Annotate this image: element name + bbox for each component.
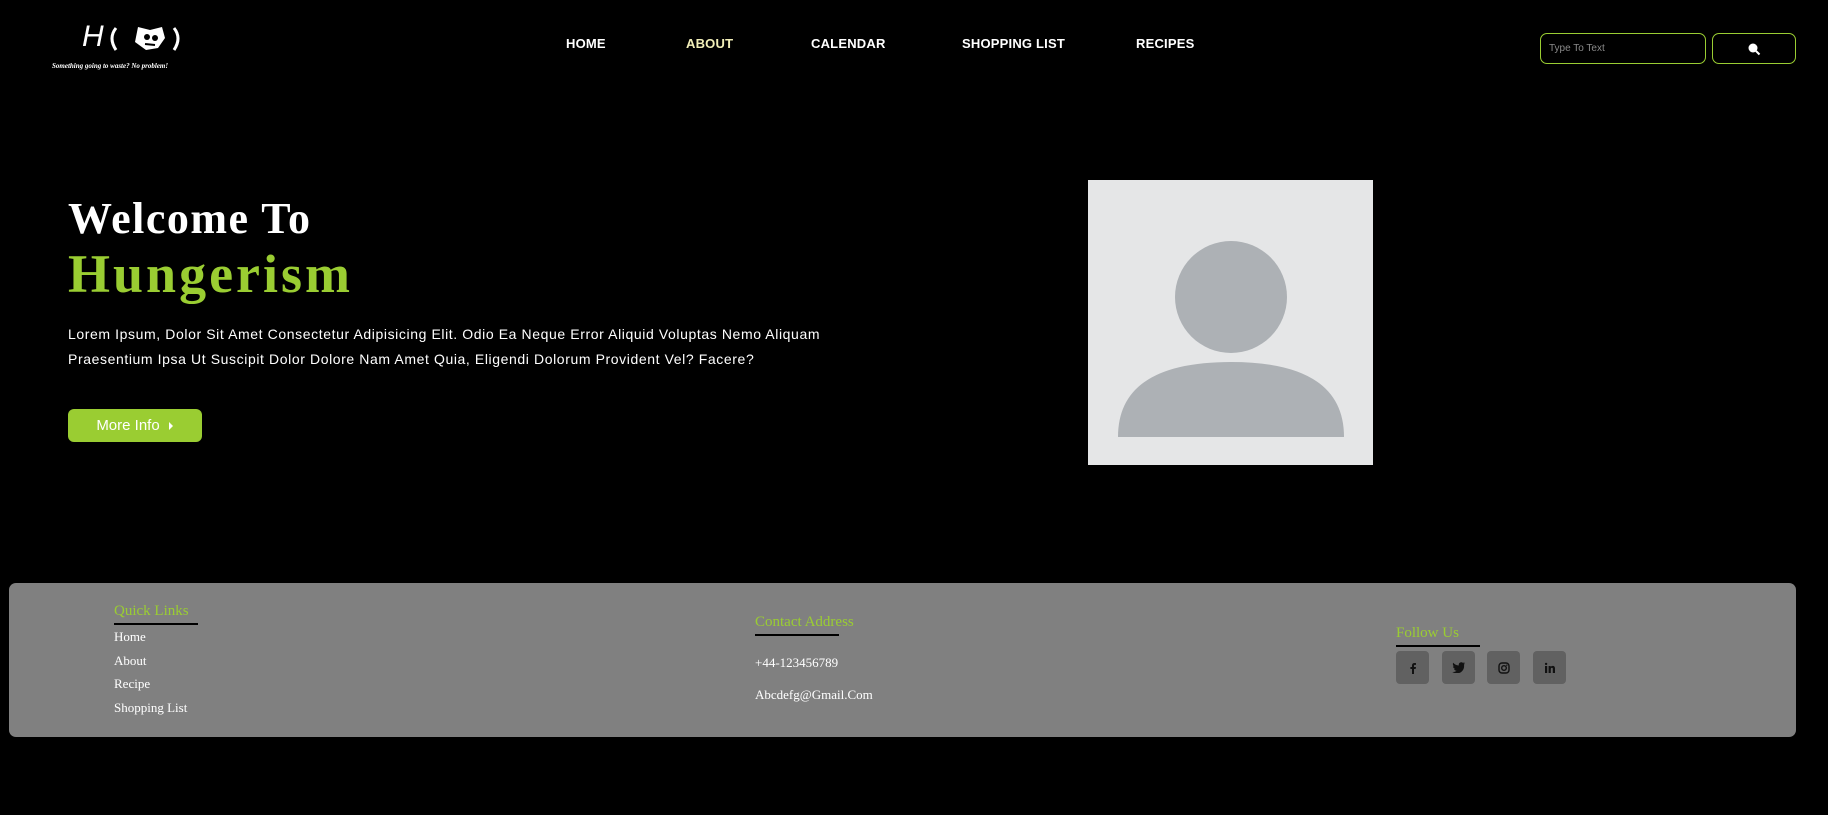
nav-recipes[interactable]: RECIPES (1136, 36, 1194, 51)
footer-link-shopping-list[interactable]: Shopping List (114, 700, 187, 716)
search-input[interactable] (1540, 33, 1706, 64)
footer-link-about[interactable]: About (114, 653, 147, 669)
instagram-button[interactable] (1487, 651, 1520, 684)
nav-home[interactable]: HOME (566, 36, 606, 51)
footer-link-home[interactable]: Home (114, 629, 146, 645)
quick-links-underline (114, 623, 198, 625)
contact-heading: Contact Address (755, 614, 854, 630)
contact-email: Abcdefg@Gmail.Com (755, 687, 873, 702)
follow-us-underline (1396, 645, 1480, 647)
caret-right-icon (168, 421, 173, 430)
follow-us-heading: Follow Us (1396, 625, 1459, 641)
linkedin-icon (1544, 662, 1555, 673)
instagram-icon (1497, 661, 1510, 674)
quick-links-heading: Quick Links (114, 603, 189, 619)
contact-underline (755, 634, 839, 636)
footer-link-recipe[interactable]: Recipe (114, 676, 150, 692)
logo-tagline: Something going to waste? No problem! (52, 62, 169, 70)
more-info-button[interactable]: More Info (68, 409, 202, 442)
more-info-label: More Info (96, 417, 160, 434)
nav-calendar[interactable]: CALENDAR (811, 36, 886, 51)
twitter-icon (1452, 662, 1465, 673)
facebook-button[interactable] (1396, 651, 1429, 684)
avatar-placeholder-image (1088, 180, 1373, 465)
search-icon (1748, 43, 1761, 55)
nav-about[interactable]: ABOUT (686, 36, 733, 51)
twitter-button[interactable] (1442, 651, 1475, 684)
facebook-icon (1409, 662, 1416, 674)
search-button[interactable] (1712, 33, 1796, 64)
hero-description: Lorem Ipsum, Dolor Sit Amet Consectetur … (68, 326, 821, 367)
hero-brand-heading: Hungerism (68, 244, 354, 304)
hero-welcome-heading: Welcome To (68, 194, 312, 243)
linkedin-button[interactable] (1533, 651, 1566, 684)
footer: Quick Links Home About Recipe Shopping L… (9, 583, 1796, 737)
nav-shopping-list[interactable]: SHOPPING LIST (962, 36, 1065, 51)
contact-phone: +44-123456789 (755, 655, 839, 670)
